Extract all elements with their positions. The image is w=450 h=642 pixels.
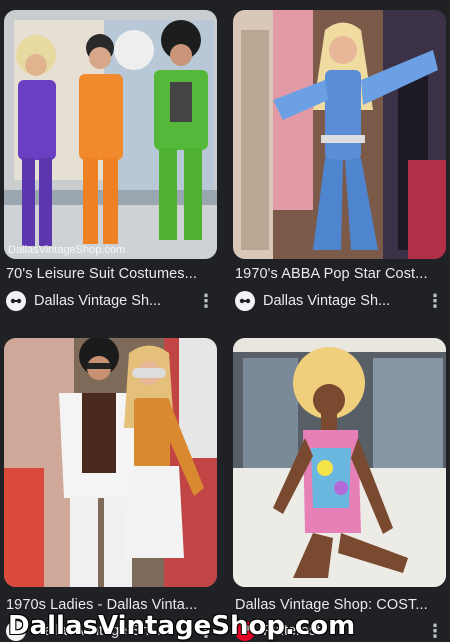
image-results-grid: DallasVintageShop.com 70's Leisure Suit … (0, 0, 450, 641)
image-thumbnail[interactable]: DallasVintageShop.com (4, 10, 217, 259)
image-thumbnail[interactable] (233, 338, 446, 587)
result-title[interactable]: 70's Leisure Suit Costumes... (6, 266, 216, 282)
source-name: Dallas Vintage Sh... (34, 623, 162, 639)
source-name: Pinterest (263, 623, 321, 639)
pinterest-favicon-icon: P (235, 621, 255, 641)
more-options-icon[interactable]: ⋮ (196, 620, 216, 642)
more-options-icon[interactable]: ⋮ (425, 290, 445, 312)
result-title[interactable]: 1970's ABBA Pop Star Cost... (235, 266, 445, 282)
thumbnail-watermark: DallasVintageShop.com (8, 244, 126, 256)
result-source[interactable]: Dallas Vintage Sh... ⋮ (6, 290, 216, 312)
result-title[interactable]: 1970s Ladies - Dallas Vinta... (6, 597, 216, 613)
dallas-vintage-favicon-icon (6, 621, 26, 641)
afro-romper-photo (233, 338, 446, 587)
abba-costume-photo (233, 10, 446, 259)
leisure-suit-photo (4, 10, 217, 259)
disco-couple-photo (4, 338, 217, 587)
dallas-vintage-favicon-icon (235, 291, 255, 311)
source-name: Dallas Vintage Sh... (263, 293, 391, 309)
result-source[interactable]: Dallas Vintage Sh... ⋮ (235, 290, 445, 312)
result-title[interactable]: Dallas Vintage Shop: COST... (235, 597, 445, 613)
result-source[interactable]: P Pinterest ⋮ (235, 620, 445, 642)
result-source[interactable]: Dallas Vintage Sh... ⋮ (6, 620, 216, 642)
dallas-vintage-favicon-icon (6, 291, 26, 311)
image-thumbnail[interactable] (4, 338, 217, 587)
image-thumbnail[interactable] (233, 10, 446, 259)
more-options-icon[interactable]: ⋮ (196, 290, 216, 312)
more-options-icon[interactable]: ⋮ (425, 620, 445, 642)
source-name: Dallas Vintage Sh... (34, 293, 162, 309)
